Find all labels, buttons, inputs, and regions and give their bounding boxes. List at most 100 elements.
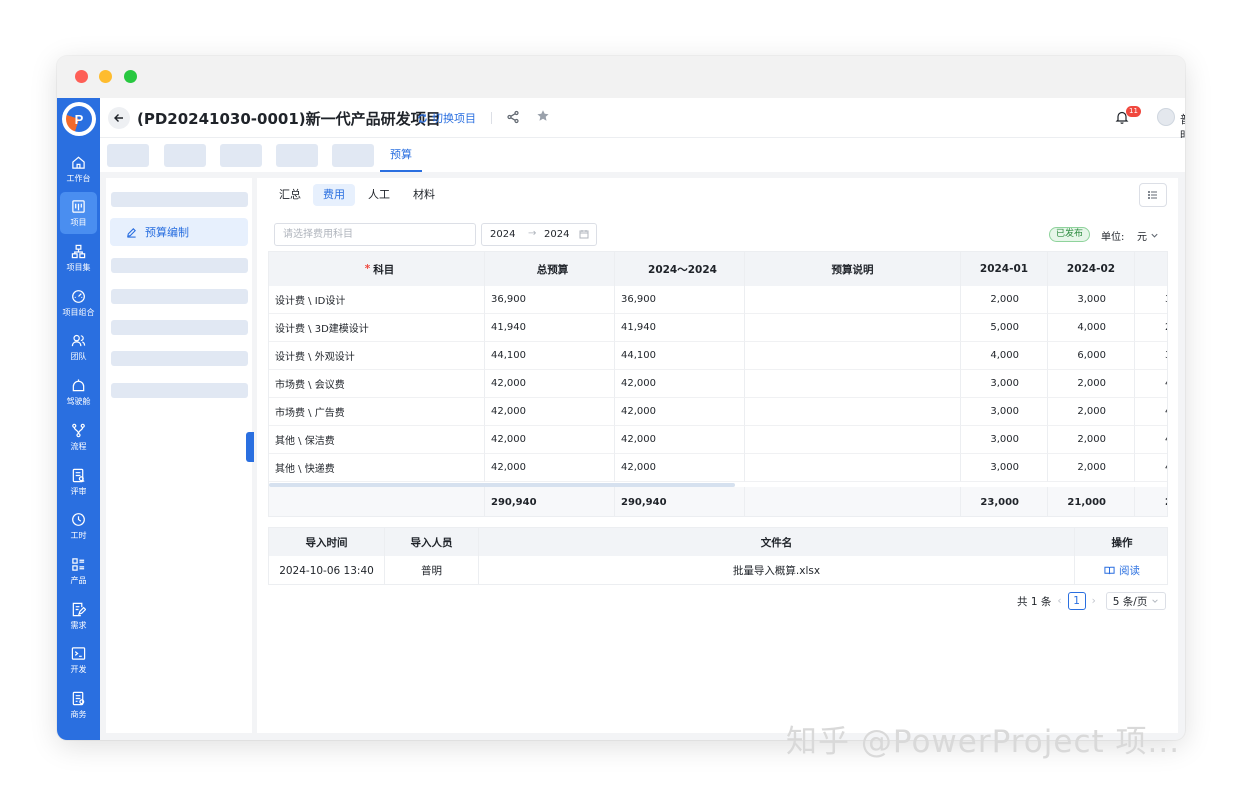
- column-header-month[interactable]: 2024-01: [961, 252, 1048, 286]
- cell-month[interactable]: 3,000: [961, 426, 1048, 454]
- cell-month[interactable]: 4: [1135, 454, 1167, 482]
- prev-page-button[interactable]: ‹: [1057, 595, 1061, 607]
- subnav-tab-placeholder[interactable]: [332, 144, 374, 167]
- left-panel-item-placeholder[interactable]: [111, 192, 248, 207]
- cell-description[interactable]: [745, 454, 961, 482]
- column-header-label: 科目: [373, 263, 395, 276]
- cell-month[interactable]: 2,000: [961, 286, 1048, 314]
- table-row[interactable]: 其他 \ 保洁费 42,000 42,000 3,000 2,000 4: [269, 426, 1167, 454]
- unit-select[interactable]: 元: [1137, 228, 1159, 243]
- cell-description[interactable]: [745, 370, 961, 398]
- notification-badge: 11: [1126, 106, 1141, 117]
- expense-subject-select[interactable]: 请选择费用科目: [274, 223, 476, 246]
- cell-month[interactable]: 4: [1135, 370, 1167, 398]
- cell-month[interactable]: 3,000: [961, 454, 1048, 482]
- maximize-window-button[interactable]: [124, 70, 137, 83]
- left-panel-item-placeholder[interactable]: [111, 258, 248, 273]
- cell-month[interactable]: 4: [1135, 426, 1167, 454]
- sidebar-item-program[interactable]: 项目集: [60, 237, 97, 279]
- sidebar-item-flow[interactable]: 流程: [60, 416, 97, 458]
- cell-month[interactable]: 2,000: [1048, 454, 1135, 482]
- left-panel-item-placeholder[interactable]: [111, 289, 248, 304]
- app-logo[interactable]: P: [62, 102, 96, 136]
- cell-month[interactable]: 2: [1135, 314, 1167, 342]
- top-bar: (PD20241030-0001)新一代产品研发项目 切换项目 11 普明: [100, 98, 1185, 142]
- cell-description[interactable]: [745, 342, 961, 370]
- user-avatar[interactable]: [1157, 108, 1175, 126]
- sidebar-item-team[interactable]: 团队: [60, 326, 97, 368]
- sidebar-item-review[interactable]: 评审: [60, 461, 97, 503]
- cell-month[interactable]: 2,000: [1048, 370, 1135, 398]
- subnav-tab-placeholder[interactable]: [107, 144, 149, 167]
- sidebar-item-requirement[interactable]: 需求: [60, 595, 97, 637]
- cell-month[interactable]: 4,000: [961, 342, 1048, 370]
- cell-month[interactable]: 3,000: [961, 370, 1048, 398]
- cell-description[interactable]: [745, 398, 961, 426]
- left-panel-item-placeholder[interactable]: [111, 351, 248, 366]
- cell-subject: 其他 \ 保洁费: [269, 426, 485, 454]
- subnav-tab-placeholder[interactable]: [164, 144, 206, 167]
- pagination-total: 共 1 条: [1017, 595, 1052, 608]
- sidebar-item-product[interactable]: 产品: [60, 550, 97, 592]
- cell-description[interactable]: [745, 314, 961, 342]
- read-button[interactable]: 阅读: [1104, 563, 1140, 578]
- page-number[interactable]: 1: [1067, 592, 1086, 610]
- next-page-button[interactable]: ›: [1092, 595, 1096, 607]
- cell-month[interactable]: 2,000: [1048, 426, 1135, 454]
- sidebar-item-cockpit[interactable]: 驾驶舱: [60, 371, 97, 413]
- minimize-window-button[interactable]: [99, 70, 112, 83]
- table-row[interactable]: 设计费 \ 外观设计 44,100 44,100 4,000 6,000 3: [269, 342, 1167, 370]
- column-header-description[interactable]: 预算说明: [745, 252, 961, 286]
- left-panel-item-placeholder[interactable]: [111, 320, 248, 335]
- table-row[interactable]: 设计费 \ ID设计 36,900 36,900 2,000 3,000 3: [269, 286, 1167, 314]
- left-panel-item-placeholder[interactable]: [111, 383, 248, 398]
- cell-month[interactable]: 3: [1135, 286, 1167, 314]
- table-row[interactable]: 市场费 \ 广告费 42,000 42,000 3,000 2,000 4: [269, 398, 1167, 426]
- cell-month[interactable]: 4: [1135, 398, 1167, 426]
- column-header-range[interactable]: 2024～2024: [615, 252, 745, 286]
- tab-expenses[interactable]: 费用: [313, 184, 355, 206]
- cell-month[interactable]: 3: [1135, 342, 1167, 370]
- favorite-button[interactable]: [536, 109, 550, 126]
- watermark: 知乎 @PowerProject 项...: [786, 724, 1181, 760]
- sidebar-item-label: 商务: [70, 709, 87, 719]
- year-range-picker[interactable]: 2024 → 2024: [481, 223, 597, 246]
- subnav-tab-placeholder[interactable]: [220, 144, 262, 167]
- sidebar-item-portfolio[interactable]: 项目组合: [60, 282, 97, 324]
- flow-icon: [72, 423, 85, 437]
- cell-file-name: 批量导入概算.xlsx: [479, 556, 1075, 585]
- switch-project-button[interactable]: 切换项目: [417, 110, 476, 126]
- sidebar-item-development[interactable]: 开发: [60, 639, 97, 681]
- sidebar-item-workbench[interactable]: 工作台: [60, 148, 97, 190]
- tab-budget[interactable]: 预算: [380, 138, 422, 172]
- table-row[interactable]: 设计费 \ 3D建模设计 41,940 41,940 5,000 4,000 2: [269, 314, 1167, 342]
- back-button[interactable]: [108, 107, 130, 129]
- column-header-month[interactable]: 2024-02: [1048, 252, 1135, 286]
- left-panel-item-budget-editing[interactable]: 预算编制: [110, 218, 248, 246]
- sidebar-item-project[interactable]: 项目: [60, 192, 97, 234]
- tab-labor[interactable]: 人工: [358, 184, 400, 206]
- page-size-select[interactable]: 5 条/页: [1105, 592, 1167, 610]
- column-settings-button[interactable]: [1139, 183, 1167, 207]
- close-window-button[interactable]: [75, 70, 88, 83]
- cell-month[interactable]: 6,000: [1048, 342, 1135, 370]
- subnav-tab-placeholder[interactable]: [276, 144, 318, 167]
- table-row[interactable]: 其他 \ 快递费 42,000 42,000 3,000 2,000 4: [269, 454, 1167, 482]
- cell-month[interactable]: 5,000: [961, 314, 1048, 342]
- tab-summary[interactable]: 汇总: [269, 184, 311, 206]
- sidebar-item-timesheet[interactable]: 工时: [60, 505, 97, 547]
- sidebar-item-business[interactable]: 商务: [60, 684, 97, 726]
- panel-collapse-handle[interactable]: [246, 432, 254, 462]
- cell-description[interactable]: [745, 286, 961, 314]
- cell-month[interactable]: 4,000: [1048, 314, 1135, 342]
- table-row[interactable]: 市场费 \ 会议费 42,000 42,000 3,000 2,000 4: [269, 370, 1167, 398]
- share-button[interactable]: [506, 110, 520, 127]
- cell-month[interactable]: 3,000: [961, 398, 1048, 426]
- column-header-total-budget[interactable]: 总预算: [485, 252, 615, 286]
- cell-month[interactable]: 2,000: [1048, 398, 1135, 426]
- tab-materials[interactable]: 材料: [403, 184, 445, 206]
- column-header-month[interactable]: 20: [1135, 252, 1167, 286]
- column-header-subject[interactable]: * 科目: [269, 252, 485, 286]
- cell-month[interactable]: 3,000: [1048, 286, 1135, 314]
- cell-description[interactable]: [745, 426, 961, 454]
